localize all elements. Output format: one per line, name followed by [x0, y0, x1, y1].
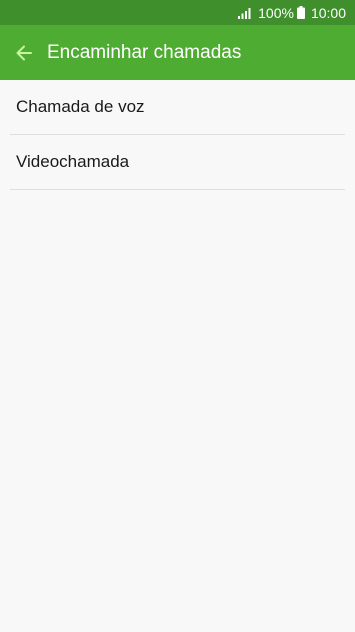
- list-item-label: Chamada de voz: [16, 97, 145, 116]
- status-bar: 100% 10:00: [0, 0, 355, 25]
- page-title: Encaminhar chamadas: [47, 41, 242, 63]
- clock: 10:00: [310, 4, 346, 21]
- battery-icon: [296, 6, 305, 19]
- list-item-video-call[interactable]: Videochamada: [10, 135, 345, 190]
- app-bar: Encaminhar chamadas: [0, 25, 355, 80]
- back-button[interactable]: [12, 41, 36, 65]
- back-arrow-icon: [16, 45, 32, 60]
- call-forwarding-list: Chamada de voz Videochamada: [0, 80, 355, 190]
- list-item-voice-call[interactable]: Chamada de voz: [10, 80, 345, 135]
- signal-icon: [238, 7, 251, 19]
- battery-percent: 100%: [258, 4, 294, 21]
- list-item-label: Videochamada: [16, 152, 130, 171]
